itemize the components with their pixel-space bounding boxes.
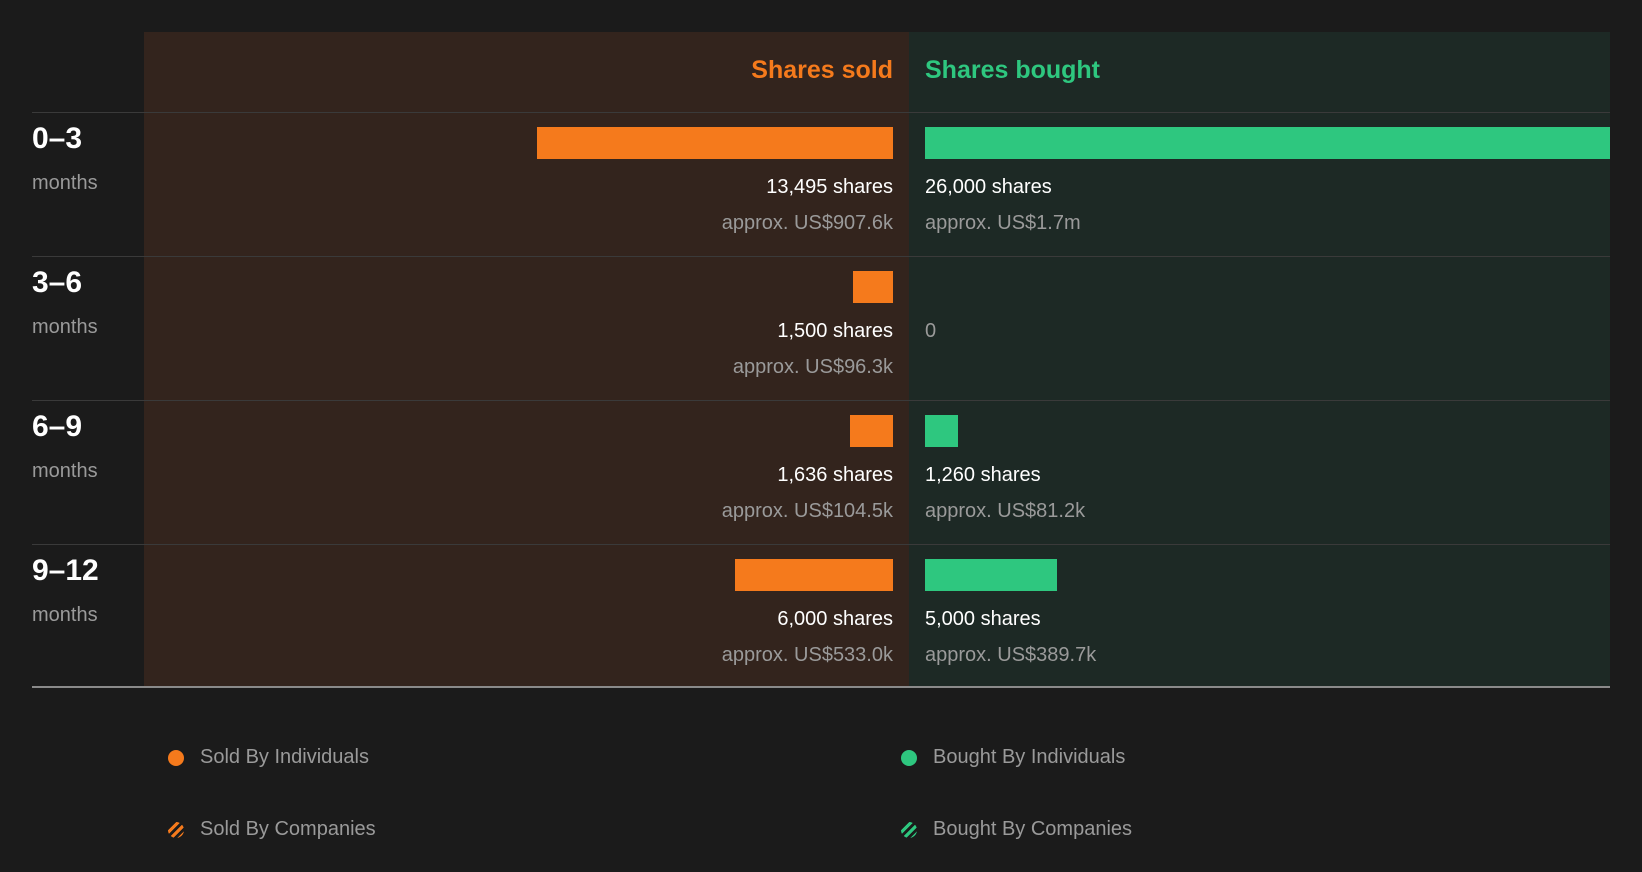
bar-shares-bought <box>925 127 1610 159</box>
bar-shares-sold <box>735 559 893 591</box>
bar-shares-sold <box>850 415 893 447</box>
bar-shares-bought <box>925 559 1057 591</box>
header-shares-bought: Shares bought <box>925 56 1101 84</box>
sold-shares-label: 6,000 shares <box>777 608 893 630</box>
bar-shares-bought <box>925 415 958 447</box>
bought-value-label: approx. US$389.7k <box>925 644 1097 666</box>
period-label: 9–12 <box>32 554 99 587</box>
period-label: 3–6 <box>32 266 83 299</box>
chart-row: 3–6 months 1,500 shares approx. US$96.3k 0 <box>0 256 1642 400</box>
period-unit: months <box>32 604 98 626</box>
legend-sold-individuals: Sold By Individuals <box>168 746 369 769</box>
period-label: 6–9 <box>32 410 83 443</box>
legend-bought-individuals: Bought By Individuals <box>901 746 1125 769</box>
bought-value-label: approx. US$81.2k <box>925 500 1086 522</box>
bar-shares-sold <box>537 127 893 159</box>
bar-shares-sold <box>853 271 893 303</box>
sold-value-label: approx. US$104.5k <box>721 500 893 522</box>
orange-hatched-dot-icon <box>168 821 184 838</box>
green-dot-icon <box>901 749 917 766</box>
legend-label: Bought By Individuals <box>933 746 1126 768</box>
sold-value-label: approx. US$533.0k <box>721 644 893 666</box>
sold-value-label: approx. US$96.3k <box>732 356 893 378</box>
legend-label: Sold By Companies <box>200 818 376 840</box>
legend-sold-companies: Sold By Companies <box>168 818 376 841</box>
sold-shares-label: 1,636 shares <box>777 464 893 486</box>
period-unit: months <box>32 460 98 482</box>
sold-shares-label: 13,495 shares <box>766 176 893 198</box>
period-label: 0–3 <box>32 122 83 155</box>
bought-shares-label: 26,000 shares <box>925 176 1052 198</box>
sold-value-label: approx. US$907.6k <box>721 212 893 234</box>
chart-row: 9–12 months 6,000 shares approx. US$533.0k 5… <box>0 544 1642 688</box>
chart-row: 0–3 months 13,495 shares approx. US$907.6k 2… <box>0 112 1642 256</box>
period-unit: months <box>32 316 98 338</box>
chart-row: 6–9 months 1,636 shares approx. US$104.5k 1,… <box>0 400 1642 544</box>
sold-shares-label: 1,500 shares <box>777 320 893 342</box>
orange-dot-icon <box>168 749 184 766</box>
chart-bottom-rule <box>32 686 1610 688</box>
legend-bought-companies: Bought By Companies <box>901 818 1132 841</box>
period-unit: months <box>32 172 98 194</box>
legend-label: Bought By Companies <box>933 818 1133 840</box>
header-shares-sold: Shares sold <box>751 56 893 84</box>
bought-shares-label: 0 <box>925 320 937 342</box>
green-hatched-dot-icon <box>901 821 917 838</box>
legend-label: Sold By Individuals <box>200 746 369 768</box>
bought-value-label: approx. US$1.7m <box>925 212 1081 234</box>
bought-shares-label: 5,000 shares <box>925 608 1041 630</box>
bought-shares-label: 1,260 shares <box>925 464 1041 486</box>
